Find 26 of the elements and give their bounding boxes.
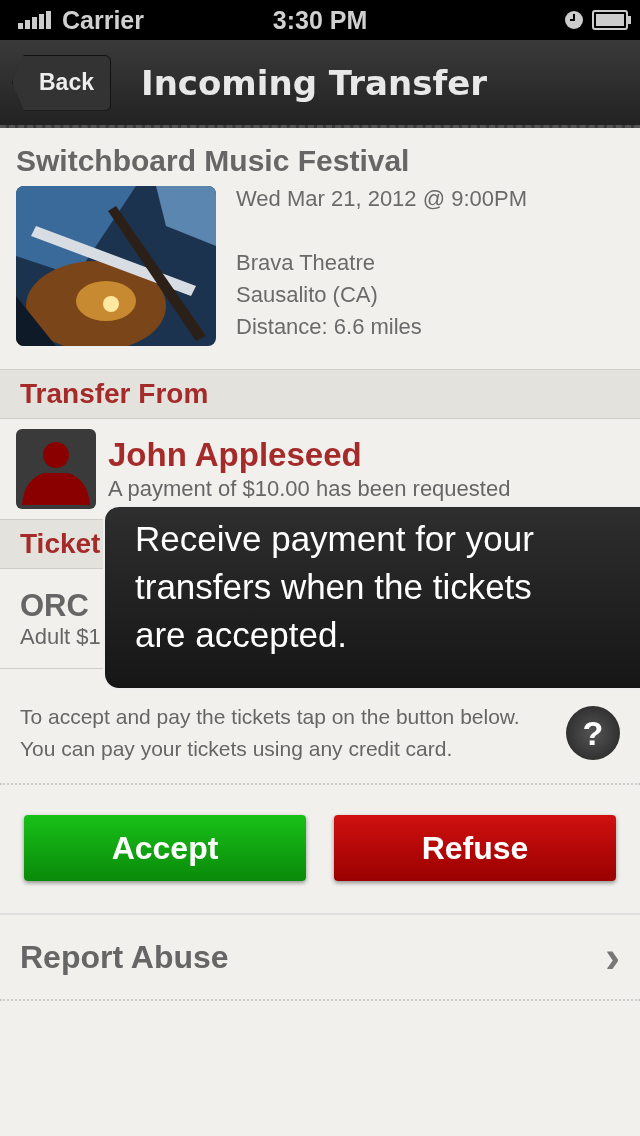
venue-distance: Distance: 6.6 miles xyxy=(236,314,423,340)
chevron-icon: › xyxy=(605,932,620,982)
back-button[interactable]: Back xyxy=(12,54,111,111)
venue-city: Sausalito (CA) xyxy=(236,282,379,308)
status-time: 3:30 PM xyxy=(272,5,368,35)
carrier-name: Carrier xyxy=(62,5,144,35)
signal-icon xyxy=(18,11,54,29)
event-title: Switchboard Music Festival xyxy=(16,144,411,178)
report-row[interactable]: Report Abuse › xyxy=(0,915,640,999)
instructions-text: To accept and pay the tickets tap on the button below. You can pay your tickets using any credit card. xyxy=(20,704,521,762)
section-title: Ticket xyxy=(20,528,101,560)
help-button[interactable]: ? xyxy=(566,706,620,760)
refuse-button[interactable]: Refuse xyxy=(334,815,616,881)
section-title: Transfer From xyxy=(20,378,209,410)
venue-name: Brava Theatre xyxy=(236,250,376,276)
tooltip-text: Receive payment for your transfers when the tickets are accepted. xyxy=(135,518,535,656)
report-label: Report Abuse xyxy=(20,938,229,976)
ticket-price: Adult $1 xyxy=(20,623,101,650)
seat-label: ORC xyxy=(20,587,89,624)
clock-icon xyxy=(564,10,584,30)
sender-name: John Appleseed xyxy=(108,436,362,474)
event-date: Wed Mar 21, 2012 @ 9:00PM xyxy=(236,186,527,212)
avatar-icon xyxy=(16,429,96,509)
payment-note: A payment of $10.00 has been requested xyxy=(108,476,511,502)
screen-title: Incoming Transfer xyxy=(141,62,488,103)
battery-icon xyxy=(592,10,632,30)
